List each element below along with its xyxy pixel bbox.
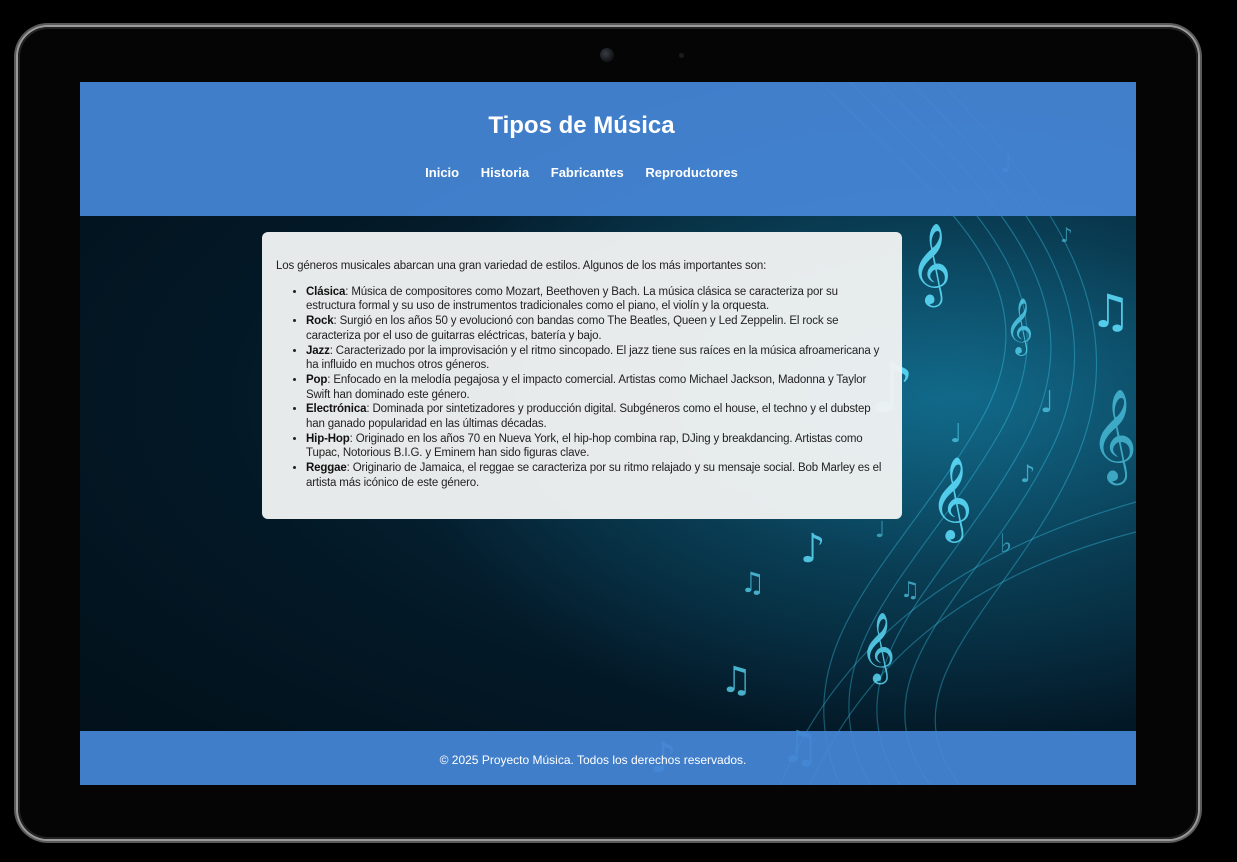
genre-name: Electrónica	[306, 403, 367, 416]
music-note-icon: ♩	[1040, 385, 1054, 420]
genre-item-reggae: Reggae: Originario de Jamaica, el reggae…	[306, 461, 888, 490]
genre-name: Rock	[306, 315, 334, 328]
music-note-icon: ♪	[1060, 223, 1073, 247]
music-note-icon: ♩	[875, 518, 885, 543]
genre-description: : Música de compositores como Mozart, Be…	[306, 285, 838, 313]
site-header: Tipos de Música Inicio Historia Fabrican…	[80, 82, 1136, 216]
nav-link-historia[interactable]: Historia	[481, 165, 529, 180]
music-note-icon: ♫	[900, 578, 920, 603]
genre-name: Clásica	[306, 285, 346, 298]
genre-description: : Dominada por sintetizadores y producci…	[306, 403, 871, 431]
genre-item-pop: Pop: Enfocado en la melodía pegajosa y e…	[306, 373, 888, 402]
music-note-icon: ♫	[720, 660, 752, 701]
genre-description: : Originado en los años 70 en Nueva York…	[306, 432, 863, 460]
genre-description: : Caracterizado por la improvisación y e…	[306, 344, 880, 372]
genre-item-hiphop: Hip-Hop: Originado en los años 70 en Nue…	[306, 432, 888, 461]
content-card: Los géneros musicales abarcan una gran v…	[262, 232, 902, 519]
genre-list: Clásica: Música de compositores como Moz…	[276, 285, 888, 491]
main-nav: Inicio Historia Fabricantes Reproductore…	[80, 165, 1083, 180]
page-title: Tipos de Música	[488, 112, 675, 139]
genre-name: Hip-Hop	[306, 432, 350, 445]
flat-sign-icon: ♭	[1000, 529, 1012, 559]
music-note-icon: ♪	[800, 526, 826, 572]
treble-clef-icon: 𝄞	[1005, 298, 1033, 356]
genre-name: Jazz	[306, 344, 330, 357]
genre-description: : Enfocado en la melodía pegajosa y el i…	[306, 373, 867, 401]
genre-item-rock: Rock: Surgió en los años 50 y evolucionó…	[306, 314, 888, 343]
genre-item-jazz: Jazz: Caracterizado por la improvisación…	[306, 344, 888, 373]
treble-clef-icon: 𝄞	[1090, 388, 1136, 485]
nav-link-reproductores[interactable]: Reproductores	[645, 165, 737, 180]
genre-item-clasica: Clásica: Música de compositores como Moz…	[306, 285, 888, 314]
treble-clef-icon: 𝄞	[930, 455, 973, 543]
copyright-text: © 2025 Proyecto Música. Todos los derech…	[439, 753, 747, 767]
intro-text: Los géneros musicales abarcan una gran v…	[276, 260, 767, 272]
treble-clef-icon: 𝄞	[910, 222, 951, 307]
camera-icon	[600, 48, 614, 62]
music-note-icon: ♪	[1020, 460, 1035, 488]
music-note-icon: ♩	[950, 419, 962, 449]
site-footer: © 2025 Proyecto Música. Todos los derech…	[80, 731, 1136, 785]
music-note-icon: ♫	[1090, 284, 1131, 338]
genre-description: : Originario de Jamaica, el reggae se ca…	[306, 462, 882, 489]
genre-description: : Surgió en los años 50 y evolucionó con…	[306, 315, 839, 342]
music-note-icon: ♫	[740, 566, 765, 599]
browser-viewport: 𝄞 𝄞 𝄞 𝄞 𝄞 ♪ ♫ ♪ ♫ ♫ ♩ ♩ ♪ ♩ ♭ ♫ ♪ ♩ ♪ ♫ …	[80, 82, 1136, 785]
sensor-dot	[679, 53, 684, 58]
genre-name: Reggae	[306, 462, 347, 475]
nav-link-fabricantes[interactable]: Fabricantes	[551, 165, 624, 180]
genre-item-electronica: Electrónica: Dominada por sintetizadores…	[306, 402, 888, 431]
nav-link-inicio[interactable]: Inicio	[425, 165, 459, 180]
genre-name: Pop	[306, 373, 328, 386]
treble-clef-icon: 𝄞	[860, 612, 895, 684]
